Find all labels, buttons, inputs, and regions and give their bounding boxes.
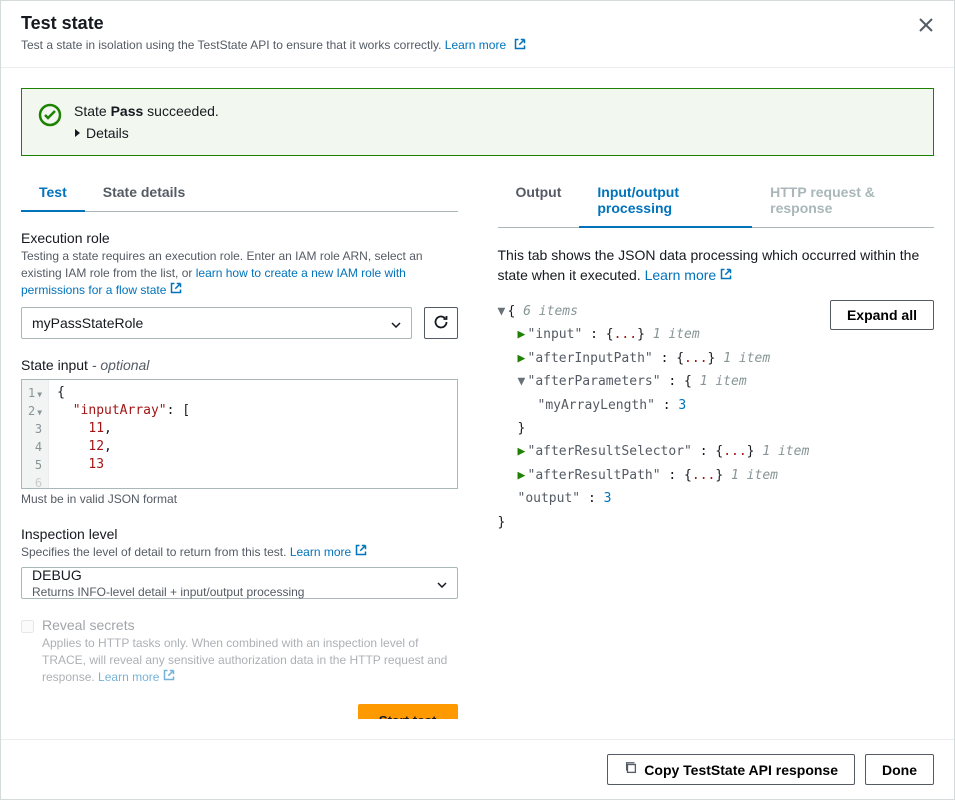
caret-down-icon bbox=[391, 315, 401, 331]
close-icon bbox=[918, 21, 934, 36]
reveal-secrets-help: Applies to HTTP tasks only. When combine… bbox=[42, 635, 458, 686]
reveal-secrets-label: Reveal secrets bbox=[42, 617, 458, 633]
inspection-label: Inspection level bbox=[21, 526, 458, 542]
refresh-icon bbox=[433, 314, 449, 333]
external-link-icon bbox=[163, 669, 175, 686]
learn-more-link[interactable]: Learn more bbox=[445, 38, 526, 52]
state-input-editor[interactable]: 1▼ 2▼ 3 4 5 6 { "inputArray": [ 11, 12 bbox=[21, 379, 458, 489]
reveal-learn-more[interactable]: Learn more bbox=[98, 670, 175, 684]
tab-test[interactable]: Test bbox=[21, 174, 85, 212]
reveal-secrets-row: Reveal secrets Applies to HTTP tasks onl… bbox=[21, 617, 458, 686]
success-alert: State Pass succeeded. Details bbox=[21, 88, 934, 156]
exec-role-label: Execution role bbox=[21, 230, 458, 246]
state-input-label: State input - optional bbox=[21, 357, 458, 373]
caret-down-icon[interactable]: ▼ bbox=[498, 300, 508, 323]
tab-output[interactable]: Output bbox=[498, 174, 580, 228]
alert-title: State Pass succeeded. bbox=[74, 103, 219, 119]
tab-state-details[interactable]: State details bbox=[85, 174, 203, 212]
code-area[interactable]: { "inputArray": [ 11, 12, 13 bbox=[49, 380, 456, 488]
caret-right-icon[interactable]: ▶ bbox=[518, 347, 528, 370]
copy-icon bbox=[624, 761, 638, 778]
right-learn-more[interactable]: Learn more bbox=[645, 267, 733, 283]
external-link-icon bbox=[170, 282, 182, 299]
external-link-icon bbox=[355, 544, 367, 561]
state-input-help: Must be in valid JSON format bbox=[21, 491, 458, 508]
exec-role-select[interactable]: myPassStateRole bbox=[21, 307, 412, 339]
exec-role-help: Testing a state requires an execution ro… bbox=[21, 248, 458, 299]
caret-right-icon[interactable]: ▶ bbox=[518, 323, 528, 346]
json-tree[interactable]: ▼{ 6 items ▶"input" : {...} 1 item ▶"aft… bbox=[498, 300, 810, 534]
tab-io-processing[interactable]: Input/output processing bbox=[579, 174, 752, 228]
inspection-select[interactable]: DEBUG Returns INFO-level detail + input/… bbox=[21, 567, 458, 599]
copy-response-button[interactable]: Copy TestState API response bbox=[607, 754, 855, 785]
right-description: This tab shows the JSON data processing … bbox=[498, 246, 935, 286]
start-test-button[interactable]: Start test bbox=[358, 704, 458, 719]
caret-right-icon[interactable]: ▶ bbox=[518, 440, 528, 463]
close-button[interactable] bbox=[914, 13, 938, 40]
line-gutter: 1▼ 2▼ 3 4 5 6 bbox=[22, 380, 49, 488]
inspection-learn-more[interactable]: Learn more bbox=[290, 545, 367, 559]
caret-down-icon[interactable]: ▼ bbox=[518, 370, 528, 393]
caret-down-icon bbox=[437, 575, 447, 591]
refresh-button[interactable] bbox=[424, 307, 458, 339]
done-button[interactable]: Done bbox=[865, 754, 934, 785]
tab-http: HTTP request & response bbox=[752, 174, 934, 228]
external-link-icon bbox=[514, 38, 526, 53]
inspection-help: Specifies the level of detail to return … bbox=[21, 544, 458, 561]
reveal-secrets-checkbox bbox=[21, 620, 34, 633]
expand-all-button[interactable]: Expand all bbox=[830, 300, 934, 330]
modal-title: Test state bbox=[21, 13, 934, 34]
alert-details-toggle[interactable]: Details bbox=[74, 125, 219, 141]
external-link-icon bbox=[720, 266, 732, 286]
success-icon bbox=[38, 103, 62, 141]
caret-right-icon bbox=[74, 125, 82, 141]
caret-right-icon[interactable]: ▶ bbox=[518, 464, 528, 487]
modal-subtitle: Test a state in isolation using the Test… bbox=[21, 38, 934, 53]
